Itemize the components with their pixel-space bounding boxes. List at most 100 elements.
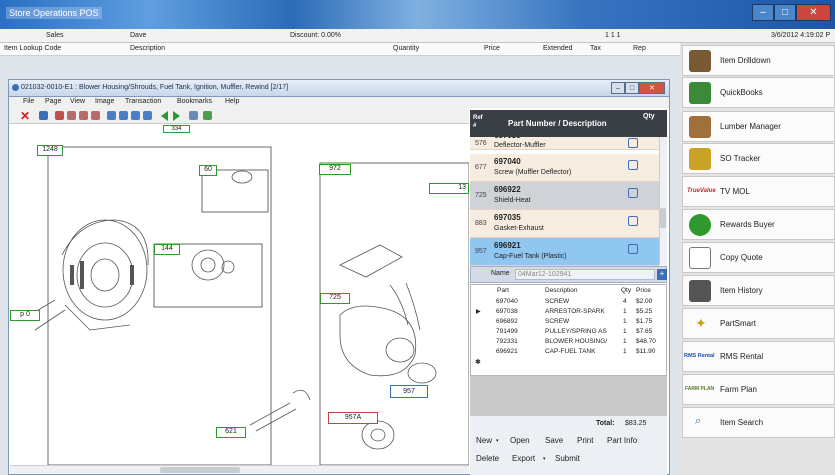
callout-label[interactable]: 144: [154, 244, 180, 255]
table-row[interactable]: 791499 PULLEY/SPRING AS 1 $7.65: [471, 328, 668, 337]
add-to-quote-icon[interactable]: [628, 188, 638, 198]
print-button[interactable]: Print: [577, 436, 593, 445]
callout-label[interactable]: 725: [320, 293, 350, 304]
sidebar-item-label: SO Tracker: [720, 154, 761, 163]
list-item[interactable]: 725 696922 Shield-Heat: [470, 182, 659, 210]
export-button[interactable]: Export: [512, 454, 535, 463]
new-button[interactable]: New: [476, 436, 492, 445]
table-row[interactable]: ▶ 697038 ARRESTOR-SPARK 1 $5.25: [471, 308, 668, 317]
callout-label-selected[interactable]: 957: [390, 385, 428, 398]
table-row[interactable]: 696892 SCREW 1 $1.75: [471, 318, 668, 327]
sidebar-item-rms-rental[interactable]: RMS Rental RMS Rental: [682, 341, 835, 372]
callout-label[interactable]: 60: [199, 165, 217, 176]
sidebar-item-farm-plan[interactable]: FARM PLAN Farm Plan: [682, 374, 835, 405]
table-row[interactable]: 697040 SCREW 4 $2.00: [471, 298, 668, 307]
quote-name-label: Name: [491, 270, 510, 277]
menu-page[interactable]: Page: [45, 98, 61, 105]
scrollbar-thumb[interactable]: [160, 467, 240, 473]
menu-transaction[interactable]: Transaction: [125, 98, 161, 105]
menu-bookmarks[interactable]: Bookmarks: [177, 98, 212, 105]
row-part: 696892: [496, 318, 518, 325]
sidebar-item-quickbooks[interactable]: QuickBooks: [682, 77, 835, 108]
dropdown-arrow-icon[interactable]: ▾: [496, 438, 499, 444]
zoom-fit-icon[interactable]: [91, 111, 100, 120]
callout-label[interactable]: 13: [429, 183, 469, 194]
list-item-selected[interactable]: 957 696921 Cap-Fuel Tank (Plastic): [470, 238, 659, 266]
add-to-quote-icon[interactable]: [628, 138, 638, 148]
table-row[interactable]: 792331 BLOWER HOUSING/ 1 $48.70: [471, 338, 668, 347]
viewer-minimize-button[interactable]: –: [611, 82, 625, 94]
sidebar-item-so-tracker[interactable]: SO Tracker: [682, 143, 835, 174]
callout-label[interactable]: 972: [319, 164, 351, 175]
page-last-icon[interactable]: [143, 111, 152, 120]
menu-file[interactable]: File: [23, 98, 34, 105]
zoom-out-icon[interactable]: [79, 111, 88, 120]
info-strip: Sales Dave Discount: 0.00% 1 1 1 3/6/201…: [0, 29, 835, 43]
zoom-in-icon[interactable]: [67, 111, 76, 120]
callout-label[interactable]: 334: [163, 125, 190, 133]
list-item[interactable]: 576 697039 Deflector-Muffler: [470, 137, 659, 150]
sidebar-item-partsmart[interactable]: ✦ PartSmart: [682, 308, 835, 339]
export-icon[interactable]: [203, 111, 212, 120]
close-icon[interactable]: ✕: [20, 109, 30, 123]
page-icon[interactable]: [131, 111, 140, 120]
sidebar-item-label: RMS Rental: [720, 352, 764, 361]
forward-arrow-icon[interactable]: [173, 111, 180, 121]
submit-button[interactable]: Submit: [555, 454, 580, 463]
part-number: 697040: [494, 157, 521, 166]
delete-button[interactable]: Delete: [476, 454, 499, 463]
sidebar-item-copy-quote[interactable]: Copy Quote: [682, 242, 835, 273]
header-qty: Qty: [643, 113, 655, 120]
menu-help[interactable]: Help: [225, 98, 239, 105]
viewer-title-bar: 021032-0010-E1 : Blower Housing/Shrouds,…: [8, 79, 670, 97]
maximize-button[interactable]: □: [774, 4, 796, 21]
callout-label[interactable]: p 0: [10, 310, 40, 321]
menu-image[interactable]: Image: [95, 98, 114, 105]
sidebar-item-lumber-manager[interactable]: Lumber Manager: [682, 111, 835, 142]
list-item[interactable]: 883 697035 Gasket-Exhaust: [470, 210, 659, 238]
rental-logo: RMS Rental: [684, 353, 715, 359]
callout-label[interactable]: 957A: [328, 412, 378, 424]
save-button[interactable]: Save: [545, 436, 563, 445]
viewer-maximize-button[interactable]: □: [625, 82, 639, 94]
app-title-bar: Store Operations POS – □ ✕: [0, 0, 835, 29]
part-info-button[interactable]: Part Info: [607, 436, 637, 445]
diagram-horizontal-scrollbar[interactable]: [10, 465, 469, 474]
quote-name-field[interactable]: 04Mar12-102941: [515, 269, 655, 280]
add-to-quote-icon[interactable]: [628, 216, 638, 226]
add-quote-button[interactable]: +: [657, 269, 667, 280]
grid-header-qty: Qty: [621, 287, 632, 294]
minimize-button[interactable]: –: [752, 4, 774, 21]
dropdown-arrow-icon[interactable]: ▾: [543, 456, 546, 462]
close-button[interactable]: ✕: [796, 4, 831, 21]
sidebar-item-tv-mol[interactable]: TrueValue TV MOL: [682, 176, 835, 207]
lumber-icon: [689, 116, 711, 138]
open-button[interactable]: Open: [510, 436, 530, 445]
scrollbar-thumb[interactable]: [660, 208, 666, 228]
discount-label: Discount: 0.00%: [290, 32, 341, 39]
sidebar-item-item-drilldown[interactable]: Item Drilldown: [682, 45, 835, 76]
sidebar-item-item-history[interactable]: Item History: [682, 275, 835, 306]
menu-view[interactable]: View: [70, 98, 85, 105]
print-icon[interactable]: [55, 111, 64, 120]
exploded-parts-diagram[interactable]: 334 1248 60 972 13 144 725 p 0 957 957A …: [10, 125, 469, 465]
sidebar-item-item-search[interactable]: ⌕ Item Search: [682, 407, 835, 438]
add-to-quote-icon[interactable]: [628, 244, 638, 254]
table-row[interactable]: 696921 CAP-FUEL TANK 1 $11.90: [471, 348, 668, 357]
part-ref: 677: [475, 164, 487, 171]
viewer-close-button[interactable]: ✕: [639, 82, 665, 94]
part-number: 696922: [494, 185, 521, 194]
globe-icon[interactable]: [39, 111, 48, 120]
page-first-icon[interactable]: [107, 111, 116, 120]
new-row[interactable]: ✱: [471, 358, 668, 367]
add-to-quote-icon[interactable]: [628, 160, 638, 170]
sidebar-item-rewards-buyer[interactable]: Rewards Buyer: [682, 209, 835, 240]
callout-label[interactable]: 621: [216, 427, 246, 438]
parts-vertical-scrollbar[interactable]: [659, 137, 667, 265]
row-qty: 1: [623, 318, 627, 325]
back-arrow-icon[interactable]: [161, 111, 168, 121]
bookmark-icon[interactable]: [189, 111, 198, 120]
callout-label[interactable]: 1248: [37, 145, 63, 156]
page-icon[interactable]: [119, 111, 128, 120]
list-item[interactable]: 677 697040 Screw (Muffler Deflector): [470, 154, 659, 182]
